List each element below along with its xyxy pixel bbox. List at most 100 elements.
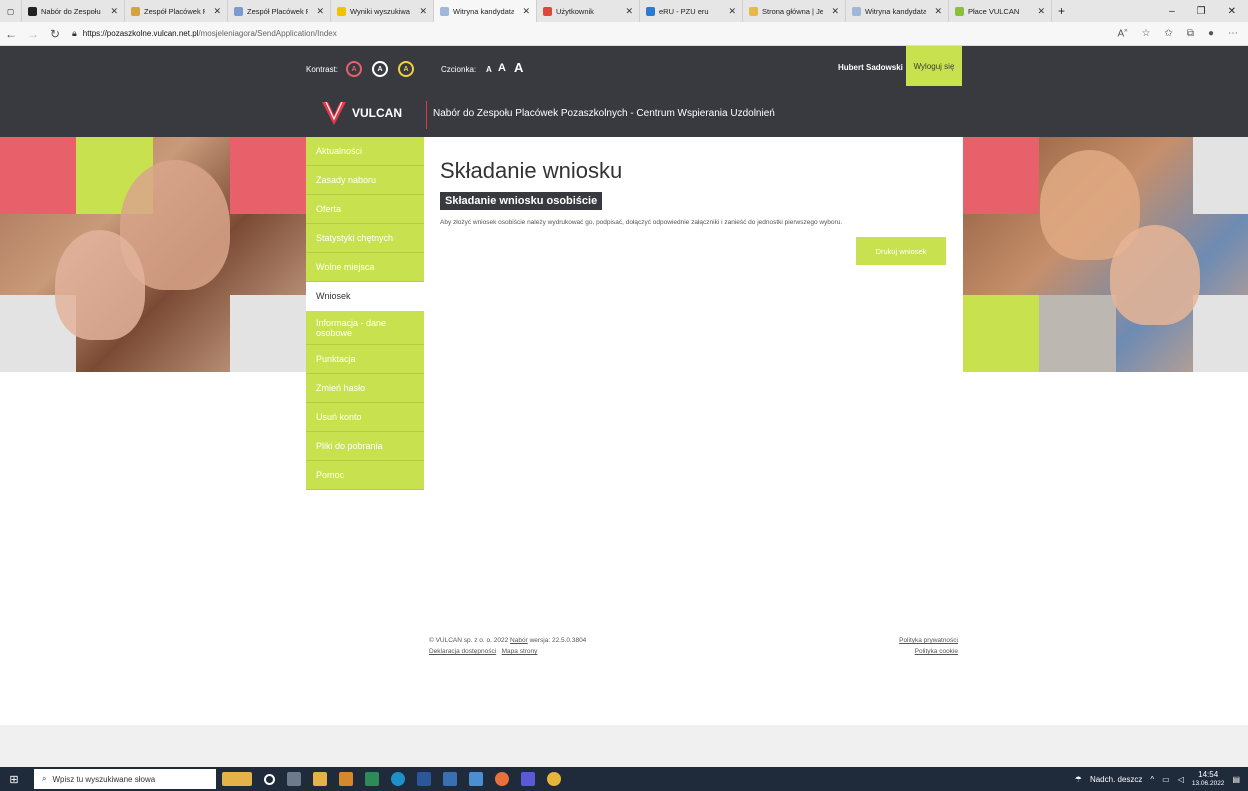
- menu-item-label: Oferta: [316, 204, 342, 214]
- browser-tab[interactable]: Nabór do Zespołu ✕: [22, 0, 125, 22]
- tab-label: Wyniki wyszukiwa: [350, 6, 410, 16]
- browser-tab[interactable]: Zespół Placówek P ✕: [125, 0, 228, 22]
- page-title: Składanie wniosku: [440, 158, 623, 183]
- close-window-button[interactable]: ✕: [1228, 6, 1236, 17]
- browser-tab[interactable]: Witryna kandydata ✕: [846, 0, 949, 22]
- nabor-link[interactable]: Nabór: [510, 637, 528, 644]
- read-aloud-icon[interactable]: A»: [1117, 28, 1127, 39]
- menu-item[interactable]: Zmień hasło: [306, 374, 424, 403]
- address-bar: ← → ↻ 🔒︎ https://pozaszkolne.vulcan.net.…: [0, 22, 1248, 46]
- footer-links: Deklaracja dostępności Mapa strony: [429, 648, 537, 655]
- menu-item[interactable]: Zasady naboru: [306, 166, 424, 195]
- menu-item[interactable]: Oferta: [306, 195, 424, 224]
- tab-close-icon[interactable]: ✕: [930, 6, 942, 17]
- minimize-button[interactable]: –: [1169, 6, 1175, 17]
- menu-item-label: Aktualności: [316, 146, 363, 156]
- tab-close-icon[interactable]: ✕: [209, 6, 221, 17]
- menu-item[interactable]: Informacja - dane osobowe: [306, 311, 424, 345]
- contrast-option-3[interactable]: A: [398, 61, 414, 77]
- more-menu-icon[interactable]: ⋯: [1228, 28, 1238, 39]
- tab-close-icon[interactable]: ✕: [312, 6, 324, 17]
- restore-button[interactable]: ❐: [1197, 6, 1206, 17]
- tab-close-icon[interactable]: ✕: [415, 6, 427, 17]
- font-size-medium[interactable]: A: [498, 62, 506, 74]
- notifications-icon[interactable]: ▤: [1232, 775, 1240, 784]
- menu-item[interactable]: Aktualności: [306, 137, 424, 166]
- app-icon-4[interactable]: [469, 772, 483, 786]
- cortana-icon[interactable]: [264, 773, 275, 785]
- tab-label: Zespół Placówek P: [247, 6, 309, 16]
- menu-item[interactable]: Wolne miejsca: [306, 253, 424, 282]
- print-application-button[interactable]: Drukuj wniosek: [856, 237, 946, 265]
- tab-close-icon[interactable]: ✕: [827, 6, 839, 17]
- weather-text[interactable]: Nadch. deszcz: [1090, 775, 1142, 784]
- edge-icon[interactable]: [391, 772, 405, 786]
- taskbar-search-box[interactable]: ⌕ Wpisz tu wyszukiwane słowa: [34, 769, 216, 789]
- tab-close-icon[interactable]: ✕: [1033, 6, 1045, 17]
- firefox-icon[interactable]: [495, 772, 509, 786]
- volume-icon[interactable]: ◁: [1178, 775, 1184, 784]
- app-icon-3[interactable]: [443, 772, 457, 786]
- tab-favicon-icon: [337, 6, 346, 16]
- favorites-icon[interactable]: ✩: [1164, 28, 1172, 39]
- profile-avatar[interactable]: ●: [1208, 28, 1214, 39]
- privacy-policy-link[interactable]: Polityka prywatności: [899, 637, 958, 644]
- task-view-icon[interactable]: [287, 772, 301, 786]
- tab-close-icon[interactable]: ✕: [621, 6, 633, 17]
- browser-tab[interactable]: Wyniki wyszukiwa ✕: [331, 0, 434, 22]
- instructions-text: Aby złożyć wniosek osobiście należy wydr…: [440, 219, 843, 226]
- browser-tab[interactable]: Strona główna | Je ✕: [743, 0, 846, 22]
- windows-start-icon[interactable]: ⊞: [0, 773, 28, 786]
- app-icon-2[interactable]: [365, 772, 379, 786]
- tab-label: Zespół Placówek P: [144, 6, 206, 16]
- tab-close-icon[interactable]: ✕: [724, 6, 736, 17]
- font-size-small[interactable]: A: [486, 65, 492, 74]
- tab-favicon-icon: [749, 6, 758, 16]
- sitemap-link[interactable]: Mapa strony: [502, 648, 538, 655]
- word-icon[interactable]: [417, 772, 431, 786]
- accessibility-link[interactable]: Deklaracja dostępności: [429, 648, 496, 655]
- back-icon[interactable]: ←: [0, 27, 22, 41]
- network-icon[interactable]: ▭: [1162, 775, 1170, 784]
- menu-item-label: Zmień hasło: [316, 383, 366, 393]
- file-explorer-icon[interactable]: [313, 772, 327, 786]
- clock[interactable]: 14:54 13.06.2022: [1192, 770, 1225, 788]
- logout-button[interactable]: Wyloguj się: [906, 46, 962, 86]
- tab-actions-icon[interactable]: ▢: [0, 0, 22, 22]
- new-tab-button[interactable]: +: [1052, 0, 1071, 22]
- forward-icon[interactable]: →: [22, 27, 44, 41]
- contrast-label: Kontrast:: [306, 65, 339, 74]
- favorite-star-icon[interactable]: ☆: [1141, 28, 1150, 39]
- menu-item[interactable]: Wniosek: [306, 282, 424, 311]
- menu-item[interactable]: Punktacja: [306, 345, 424, 374]
- tab-close-icon[interactable]: ✕: [106, 6, 118, 17]
- browser-tab[interactable]: Zespół Placówek P ✕: [228, 0, 331, 22]
- menu-item[interactable]: Statystyki chętnych: [306, 224, 424, 253]
- contrast-option-1[interactable]: A: [346, 61, 362, 77]
- browser-tab[interactable]: Płace VULCAN ✕: [949, 0, 1052, 22]
- version-text: wersja: 22.5.0.3804: [529, 637, 587, 644]
- chrome-icon[interactable]: [547, 772, 561, 786]
- menu-item[interactable]: Pomoc: [306, 461, 424, 490]
- collections-icon[interactable]: ⧉: [1187, 28, 1194, 39]
- app-icon-1[interactable]: [339, 772, 353, 786]
- weather-widget-icon[interactable]: [222, 772, 252, 786]
- app-icon-5[interactable]: [521, 772, 535, 786]
- menu-item-label: Zasady naboru: [316, 175, 377, 185]
- font-size-large[interactable]: A: [514, 60, 523, 75]
- tab-label: Użytkownik: [556, 6, 594, 16]
- contrast-option-2[interactable]: A: [372, 61, 388, 77]
- cookie-policy-link[interactable]: Polityka cookie: [915, 648, 958, 655]
- url-field[interactable]: 🔒︎ https://pozaszkolne.vulcan.net.pl/mos…: [72, 28, 337, 39]
- menu-item[interactable]: Usuń konto: [306, 403, 424, 432]
- browser-tab[interactable]: Witryna kandydata ✕: [434, 0, 537, 22]
- refresh-icon[interactable]: ↻: [44, 27, 66, 41]
- browser-tab[interactable]: eRU - PZU eru ✕: [640, 0, 743, 22]
- browser-tab[interactable]: Użytkownik ✕: [537, 0, 640, 22]
- footer-copyright-line: © VULCAN sp. z o. o. 2022 Nabór wersja: …: [429, 637, 586, 644]
- menu-item[interactable]: Pliki do pobrania: [306, 432, 424, 461]
- tab-favicon-icon: [543, 6, 552, 16]
- tray-chevron-icon[interactable]: ^: [1150, 775, 1154, 784]
- vulcan-logo[interactable]: VULCAN: [320, 99, 402, 127]
- tab-close-icon[interactable]: ✕: [518, 6, 530, 17]
